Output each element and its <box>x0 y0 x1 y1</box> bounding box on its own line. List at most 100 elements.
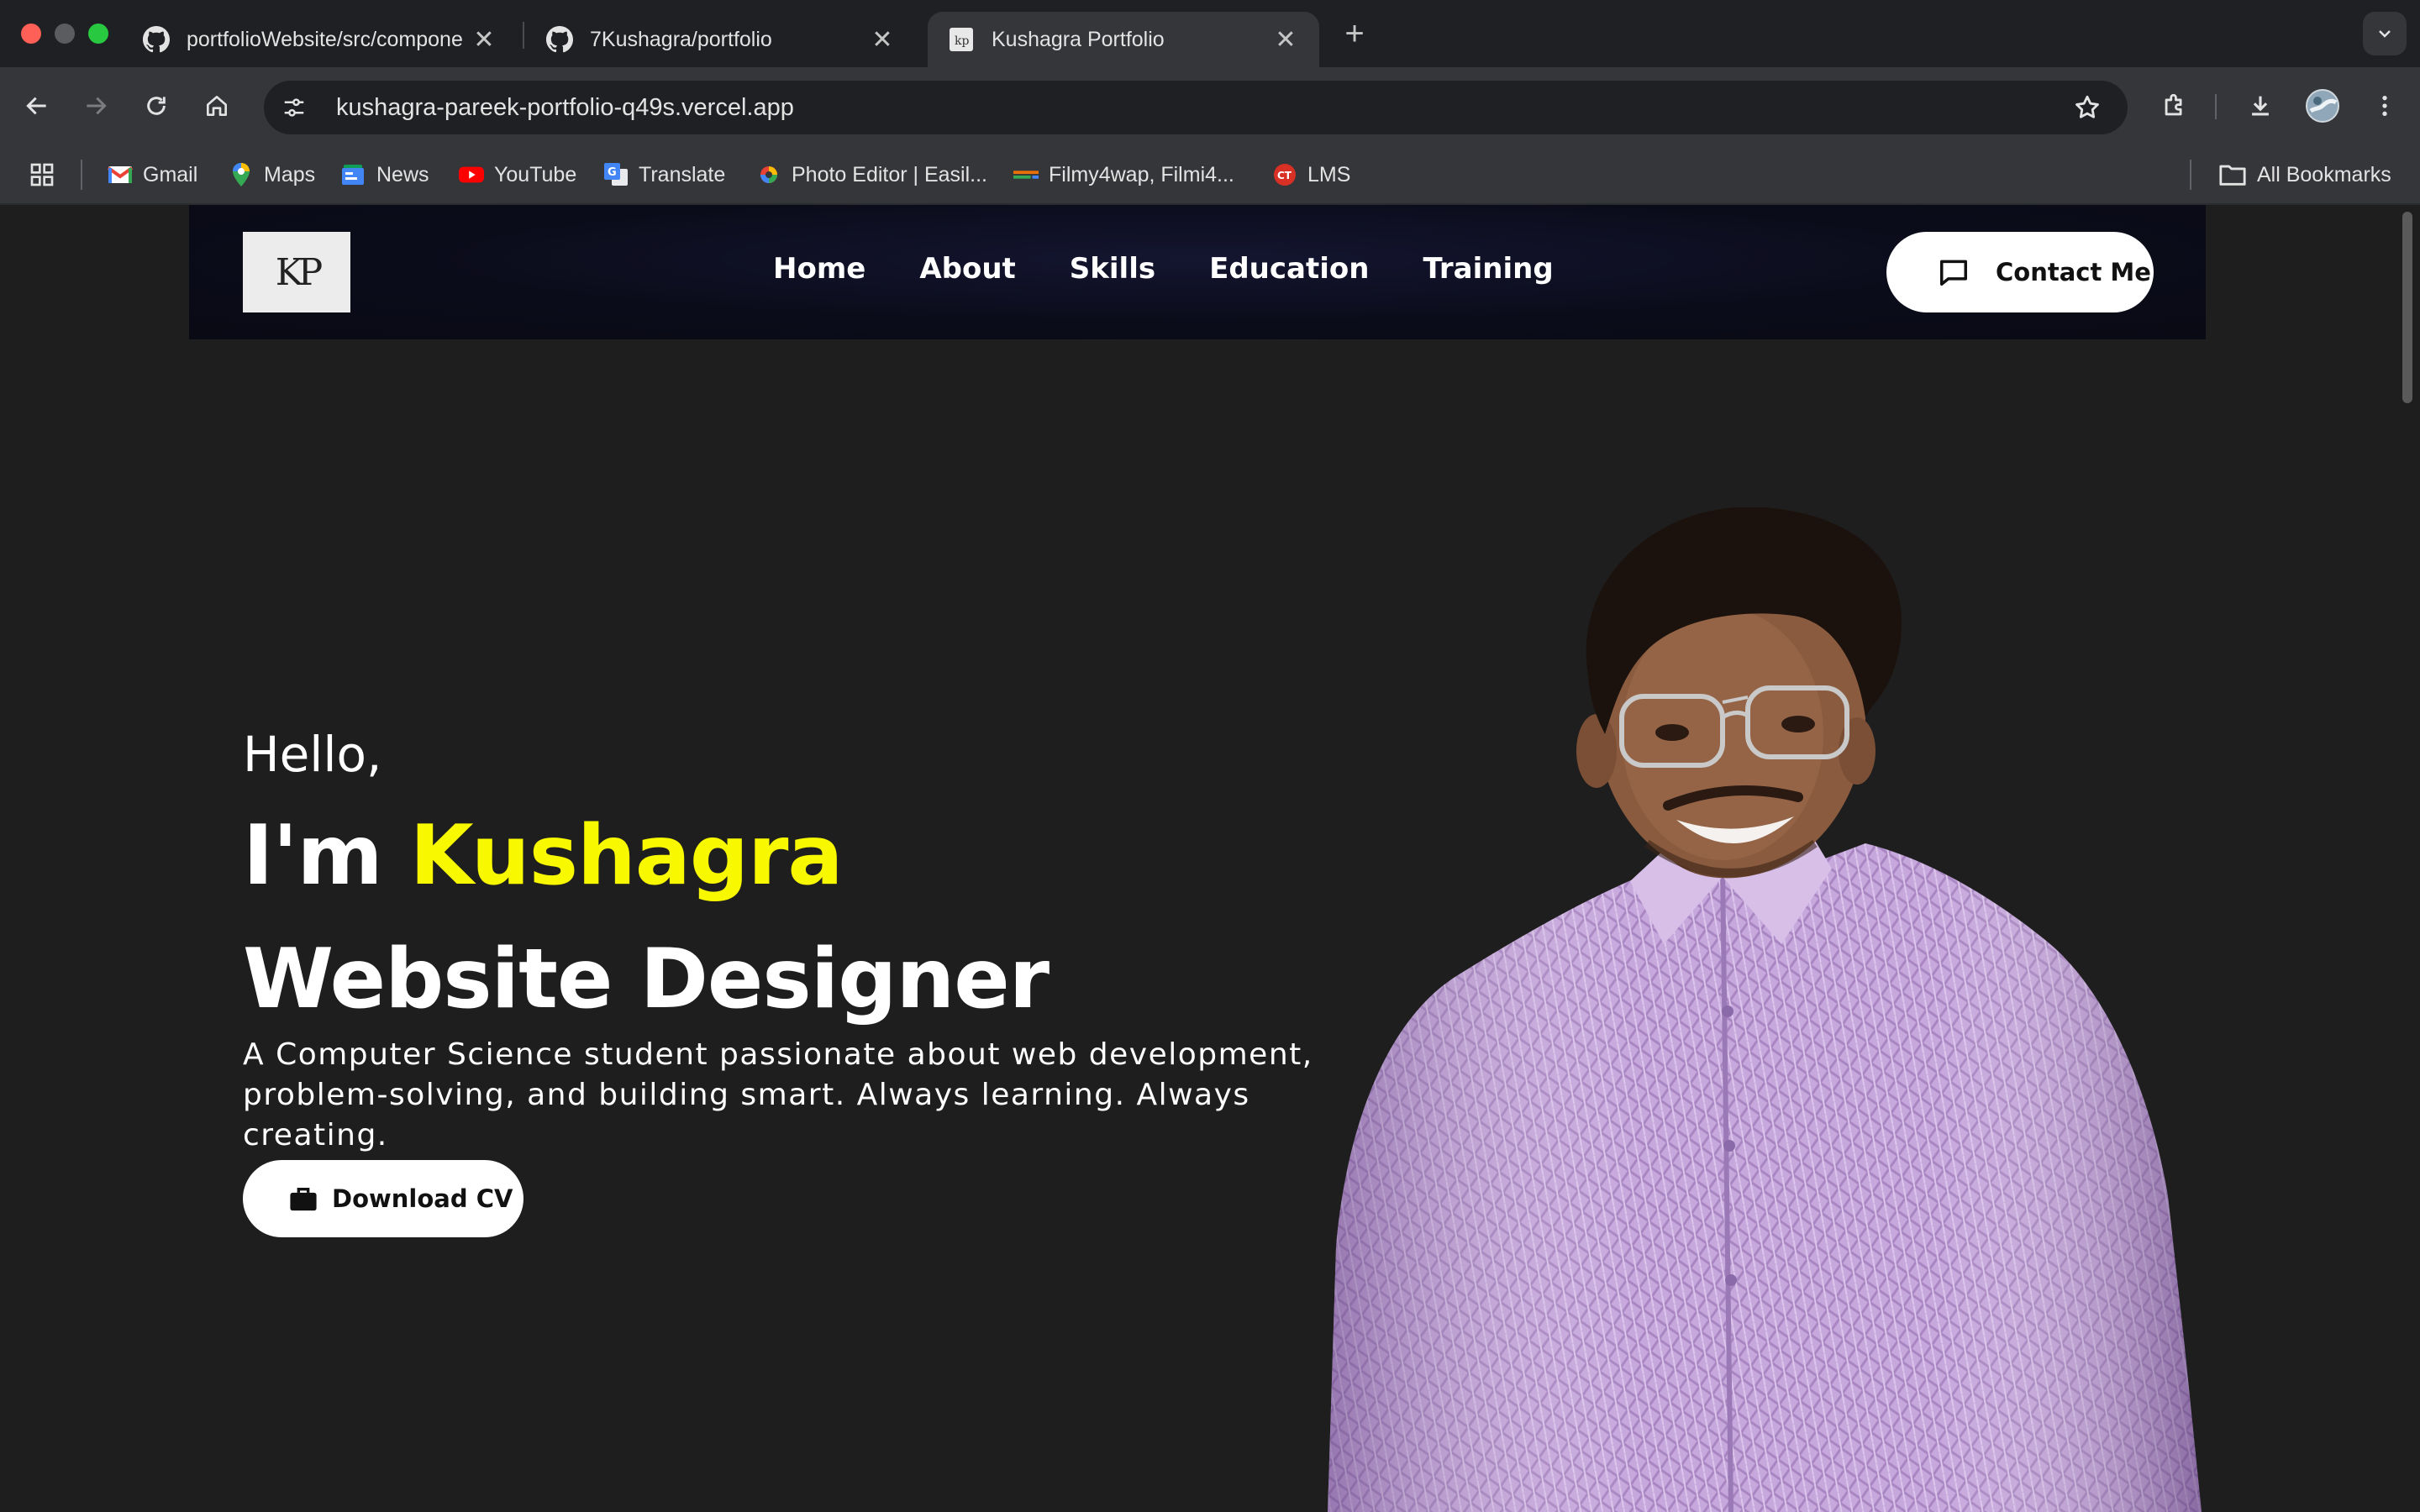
tab-divider <box>523 22 524 49</box>
bookmark-label: Translate <box>639 162 726 186</box>
avatar-icon <box>2306 89 2339 123</box>
download-icon <box>2252 96 2269 116</box>
all-bookmarks-label: All Bookmarks <box>2257 162 2391 186</box>
close-tab-icon[interactable]: ✕ <box>1272 25 1299 55</box>
home-icon <box>207 96 227 116</box>
apps-grid-icon <box>30 163 54 186</box>
all-bookmarks-button[interactable]: All Bookmarks <box>2218 156 2391 193</box>
message-icon <box>1937 255 1970 289</box>
scrollbar-thumb[interactable] <box>2402 212 2412 403</box>
bookmark-label: Gmail <box>143 162 198 186</box>
translate-icon: G <box>603 162 629 187</box>
home-button[interactable] <box>198 87 235 124</box>
gmail-icon <box>108 162 133 187</box>
news-icon <box>341 162 366 187</box>
hero-bio: A Computer Science student passionate ab… <box>243 1037 1313 1152</box>
tab-title: Kushagra Portfolio <box>992 27 1165 51</box>
arrow-left-icon <box>26 97 46 115</box>
lms-icon: CT <box>1272 162 1297 187</box>
github-icon <box>143 26 170 53</box>
hero-name: Kushagra <box>409 808 844 904</box>
youtube-icon <box>459 162 484 187</box>
page-viewport: KP Home About Skills Education Training … <box>0 205 2420 1512</box>
contact-me-label: Contact Me <box>1996 258 2151 286</box>
contact-me-button[interactable]: Contact Me <box>1886 232 2154 312</box>
bookmark-star-icon[interactable] <box>2069 89 2106 126</box>
close-tab-icon[interactable]: ✕ <box>869 25 896 55</box>
bookmark-label: LMS <box>1307 162 1351 186</box>
reload-icon <box>147 97 166 115</box>
site-logo[interactable]: KP <box>243 232 350 312</box>
minimize-window-button[interactable] <box>55 24 75 44</box>
site-info-icon[interactable] <box>276 89 313 126</box>
close-window-button[interactable] <box>21 24 41 44</box>
tab-strip: portfolioWebsite/src/compone ✕ 7Kushagra… <box>0 0 2420 67</box>
tab-github-portfolio[interactable]: 7Kushagra/portfolio ✕ <box>526 12 916 67</box>
bookmark-label: YouTube <box>494 162 577 186</box>
nav-links: Home About Skills Education Training <box>773 252 1554 286</box>
new-tab-button[interactable]: + <box>1336 15 1373 53</box>
hero-im-prefix: I'm <box>243 808 410 904</box>
tab-search-button[interactable] <box>2363 12 2407 55</box>
tab-github-src[interactable]: portfolioWebsite/src/compone ✕ <box>123 12 518 67</box>
nav-home[interactable]: Home <box>773 252 865 286</box>
extensions-button[interactable] <box>2156 87 2193 124</box>
menu-button[interactable] <box>2366 87 2403 124</box>
svg-text:kp: kp <box>955 34 969 48</box>
bookmark-lms[interactable]: CT LMS <box>1272 156 1350 193</box>
tab-kushagra-portfolio[interactable]: kp Kushagra Portfolio ✕ <box>928 12 1319 67</box>
back-button[interactable] <box>18 87 55 124</box>
bookmark-maps[interactable]: Maps <box>229 156 315 193</box>
kebab-menu-icon <box>2382 96 2387 116</box>
toolbar-divider <box>2215 94 2217 119</box>
svg-text:CT: CT <box>1277 170 1292 181</box>
tab-title: 7Kushagra/portfolio <box>590 27 772 51</box>
bookmark-label: Maps <box>264 162 316 186</box>
url-text[interactable]: kushagra-pareek-portfolio-q49s.vercel.ap… <box>336 94 2069 122</box>
nav-training[interactable]: Training <box>1423 252 1553 286</box>
download-cv-label: Download CV <box>332 1184 513 1213</box>
bookmarks-divider <box>2190 160 2191 190</box>
filmy-icon <box>1013 162 1039 187</box>
bookmark-photo-editor[interactable]: Photo Editor | Easil... <box>756 156 987 193</box>
bookmark-filmy[interactable]: Filmy4wap, Filmi4... <box>1013 156 1234 193</box>
hero-name-line: I'm Kushagra <box>243 808 844 904</box>
logo-text: KP <box>275 250 324 294</box>
bookmark-gmail[interactable]: Gmail <box>108 156 197 193</box>
bookmark-label: Photo Editor | Easil... <box>792 162 987 186</box>
bookmark-youtube[interactable]: YouTube <box>459 156 576 193</box>
github-icon <box>546 26 573 53</box>
bookmark-label: News <box>376 162 429 186</box>
address-bar[interactable]: kushagra-pareek-portfolio-q49s.vercel.ap… <box>264 81 2128 134</box>
hero-role: Website Designer <box>243 932 1050 1027</box>
bookmarks-bar: Gmail Maps News YouTube G Translate Phot… <box>0 144 2420 205</box>
arrow-right-icon <box>87 97 107 115</box>
svg-text:G: G <box>608 166 617 179</box>
kp-favicon: kp <box>948 26 975 53</box>
apps-button[interactable] <box>29 156 55 193</box>
tab-title: portfolioWebsite/src/compone <box>187 27 463 51</box>
bookmarks-divider <box>81 160 82 190</box>
downloads-button[interactable] <box>2242 87 2279 124</box>
nav-education[interactable]: Education <box>1209 252 1369 286</box>
bookmark-translate[interactable]: G Translate <box>603 156 725 193</box>
nav-about[interactable]: About <box>919 252 1015 286</box>
briefcase-icon <box>288 1184 318 1214</box>
bookmark-news[interactable]: News <box>341 156 429 193</box>
folder-icon <box>2219 165 2246 186</box>
nav-skills[interactable]: Skills <box>1070 252 1155 286</box>
maximize-window-button[interactable] <box>88 24 108 44</box>
photo-editor-icon <box>756 162 781 187</box>
site-navbar: KP Home About Skills Education Training … <box>189 205 2206 339</box>
profile-photo <box>1328 507 2202 1512</box>
hero-greeting: Hello, <box>243 726 382 783</box>
reload-button[interactable] <box>138 87 175 124</box>
close-tab-icon[interactable]: ✕ <box>471 25 497 55</box>
puzzle-icon <box>2165 93 2182 116</box>
forward-button[interactable] <box>77 87 114 124</box>
profile-avatar[interactable] <box>2304 87 2341 124</box>
page-scrollbar[interactable] <box>2395 205 2420 1512</box>
download-cv-button[interactable]: Download CV <box>243 1160 523 1237</box>
chevron-down-icon <box>2379 30 2391 38</box>
maps-icon <box>229 162 254 187</box>
